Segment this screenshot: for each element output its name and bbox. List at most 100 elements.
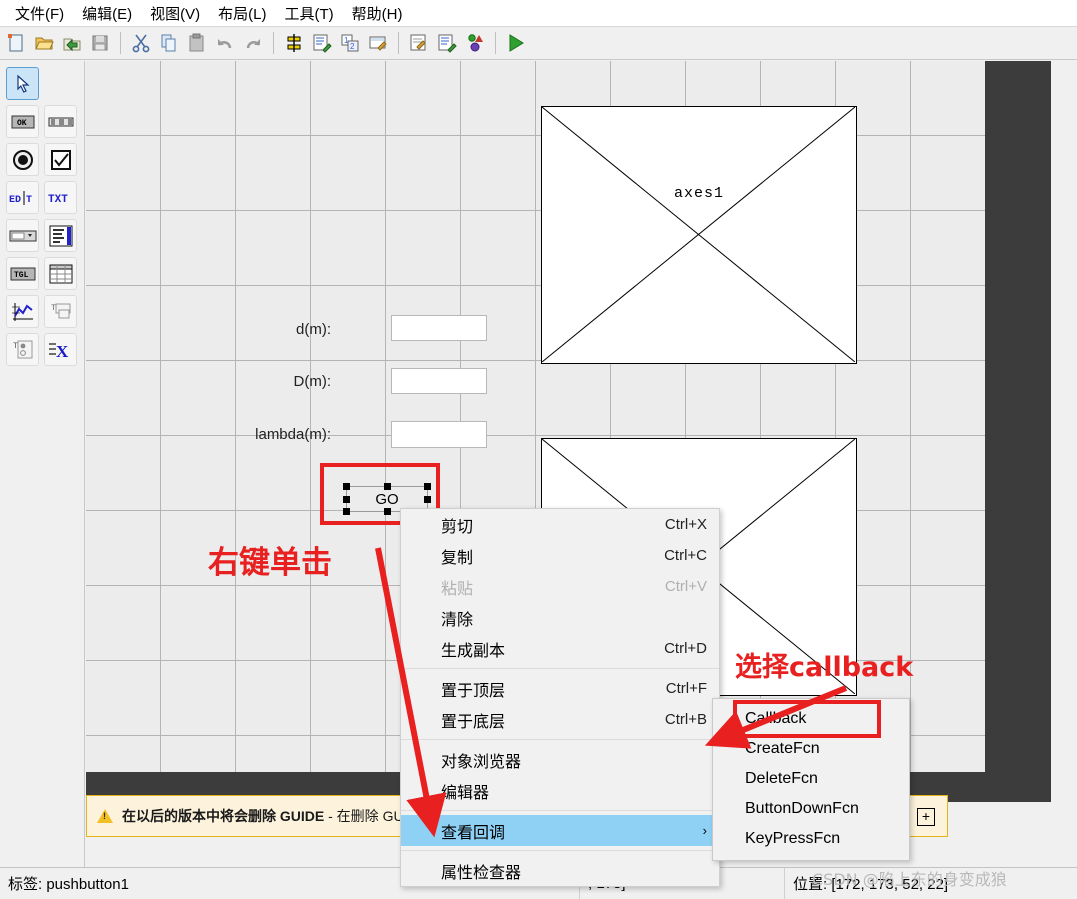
ctx-duplicate[interactable]: 生成副本 Ctrl+D [401,633,719,664]
menu-bar: 文件(F) 编辑(E) 视图(V) 布局(L) 工具(T) 帮助(H) [0,0,1077,27]
undo-icon[interactable] [212,30,238,56]
property-inspector-icon[interactable] [434,30,460,56]
align-objects-icon[interactable] [281,30,307,56]
ctx-copy[interactable]: 复制 Ctrl+C [401,540,719,571]
chevron-right-icon: › [702,823,707,838]
paste-icon[interactable] [184,30,210,56]
save-icon[interactable] [87,30,113,56]
palette-row-4: ED T TXT [6,181,84,214]
new-file-icon[interactable] [3,30,29,56]
ctx-view-callbacks[interactable]: 查看回调 › [401,815,719,846]
ctx-paste: 粘贴 Ctrl+V [401,571,719,602]
m-file-editor-icon[interactable] [406,30,432,56]
ctx-property-inspector-label: 属性检查器 [441,864,522,882]
warning-triangle-icon [97,809,113,823]
ctx-duplicate-label: 生成副本 [441,642,506,660]
label-big-d[interactable]: D(m): [236,373,332,390]
label-lambda[interactable]: lambda(m): [216,426,331,443]
submenu-keypressfcn-label: KeyPressFcn [745,830,841,847]
menu-tools[interactable]: 工具(T) [276,1,343,26]
axes-tool[interactable] [6,295,39,328]
palette-row-3 [6,143,84,176]
submenu-createfcn-label: CreateFcn [745,740,820,757]
ctx-send-to-back-accel: Ctrl+B [664,711,707,728]
ctx-duplicate-accel: Ctrl+D [664,640,707,657]
object-browser-icon[interactable] [462,30,488,56]
listbox-tool[interactable] [44,219,77,252]
edit-d[interactable] [391,315,487,341]
toolbar-separator [120,32,121,54]
panel-tool[interactable]: T [44,295,77,328]
svg-text:TGL: TGL [14,271,29,280]
popup-menu-tool[interactable] [6,219,39,252]
svg-text:X: X [56,342,69,360]
radio-button-tool[interactable] [6,143,39,176]
menu-layout[interactable]: 布局(L) [209,1,275,26]
ctx-bring-to-front-accel: Ctrl+F [665,680,707,697]
ctx-paste-accel: Ctrl+V [664,578,707,595]
main-toolbar: 12 [0,27,1077,60]
ctx-bring-to-front-label: 置于顶层 [441,682,506,700]
palette-row-5 [6,219,84,252]
run-icon[interactable] [503,30,529,56]
ctx-cut-label: 剪切 [441,518,474,536]
menu-file[interactable]: 文件(F) [6,1,73,26]
redo-icon[interactable] [240,30,266,56]
open-folder-icon[interactable] [31,30,57,56]
ctx-send-to-back[interactable]: 置于底层 Ctrl+B [401,704,719,735]
activex-tool[interactable]: X [44,333,77,366]
ctx-cut[interactable]: 剪切 Ctrl+X [401,509,719,540]
palette-row-2: OK [6,105,84,138]
edit-lambda[interactable] [391,421,487,448]
button-group-tool[interactable]: T [6,333,39,366]
menu-help[interactable]: 帮助(H) [343,1,412,26]
menu-view[interactable]: 视图(V) [141,1,209,26]
axes1-component[interactable]: axes1 [541,106,857,364]
ctx-property-inspector[interactable]: 属性检查器 [401,855,719,886]
ctx-bring-to-front[interactable]: 置于顶层 Ctrl+F [401,673,719,704]
toolbar-separator-3 [398,32,399,54]
warning-expand-button[interactable]: + [917,808,935,826]
component-palette: OK ED T TXT TGL T T X [0,61,85,867]
svg-text:TXT: TXT [48,194,68,206]
toolbar-editor-icon[interactable] [365,30,391,56]
copy-icon[interactable] [156,30,182,56]
slider-tool[interactable] [44,105,77,138]
ctx-separator-4 [401,850,719,851]
ctx-separator-2 [401,739,719,740]
ctx-clear[interactable]: 清除 [401,602,719,633]
save-as-icon[interactable] [59,30,85,56]
label-d[interactable]: d(m): [236,321,331,338]
menu-editor-icon[interactable] [309,30,335,56]
ctx-paste-label: 粘贴 [441,580,474,598]
submenu-createfcn[interactable]: CreateFcn [713,734,909,764]
callback-highlight-box [733,700,881,738]
checkbox-tool[interactable] [44,143,77,176]
edit-text-tool[interactable]: ED T [6,181,39,214]
cut-icon[interactable] [128,30,154,56]
submenu-keypressfcn[interactable]: KeyPressFcn [713,824,909,854]
submenu-deletefcn[interactable]: DeleteFcn [713,764,909,794]
warning-text: 在以后的版本中将会删除 GUIDE - 在删除 GUIDE [122,806,427,826]
ctx-object-browser[interactable]: 对象浏览器 [401,744,719,775]
svg-text:2: 2 [350,42,355,51]
table-tool[interactable] [44,257,77,290]
ctx-editor[interactable]: 编辑器 [401,775,719,806]
menu-edit[interactable]: 编辑(E) [73,1,141,26]
component-context-menu[interactable]: 剪切 Ctrl+X 复制 Ctrl+C 粘贴 Ctrl+V 清除 生成副本 Ct… [400,508,720,887]
push-button-tool[interactable]: OK [6,105,39,138]
toggle-button-tool[interactable]: TGL [6,257,39,290]
select-tool[interactable] [6,67,39,100]
toolbar-separator-2 [273,32,274,54]
edit-big-d[interactable] [391,368,487,394]
ctx-object-browser-label: 对象浏览器 [441,753,522,771]
tab-order-editor-icon[interactable]: 12 [337,30,363,56]
ctx-copy-label: 复制 [441,549,474,567]
ctx-send-to-back-label: 置于底层 [441,713,506,731]
watermark-text: CSDN @陷上东的身变成狼 [812,870,1007,889]
ctx-clear-label: 清除 [441,611,474,629]
static-text-tool[interactable]: TXT [44,181,77,214]
submenu-buttondownfcn[interactable]: ButtonDownFcn [713,794,909,824]
palette-row-8: T X [6,333,84,366]
warning-text-bold: 在以后的版本中将会删除 GUIDE [122,808,325,824]
